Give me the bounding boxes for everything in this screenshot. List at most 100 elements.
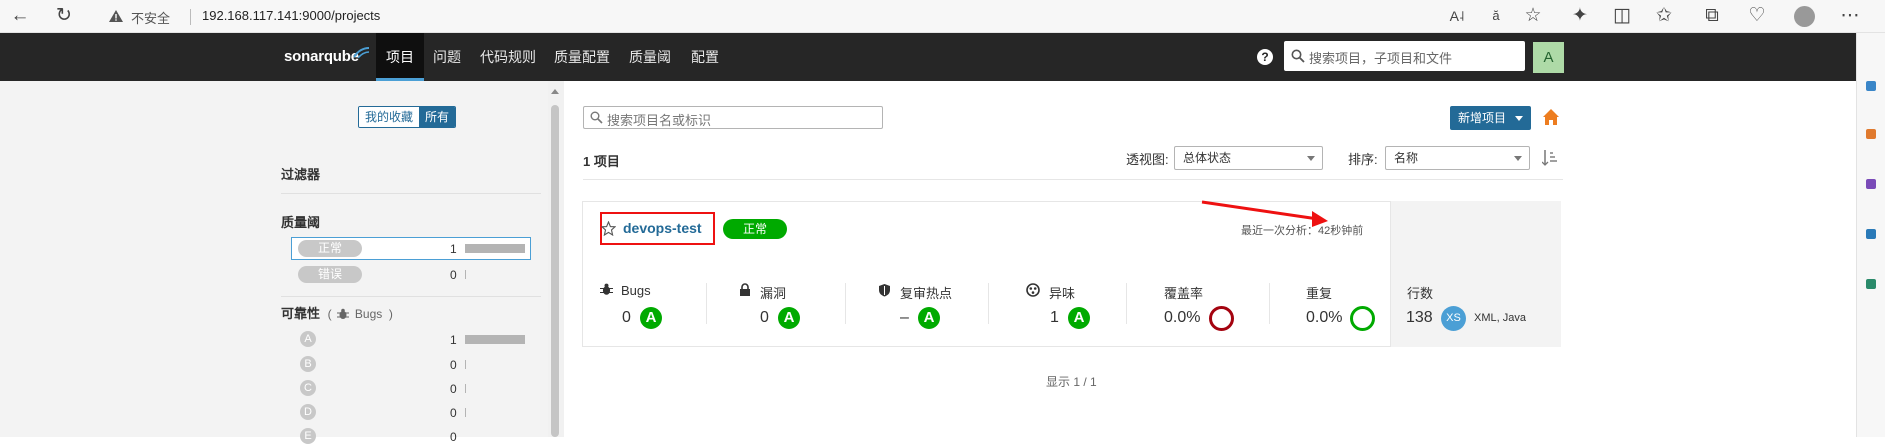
code-smells-label: 异味	[1049, 286, 1076, 301]
translate-icon[interactable]: ă	[1484, 4, 1508, 28]
coverage-label: 覆盖率	[1164, 286, 1204, 301]
sonarqube-logo[interactable]: sonarqube	[284, 48, 359, 65]
reliability-grade-a[interactable]: A	[300, 331, 316, 347]
bugs-label: Bugs	[621, 283, 651, 298]
home-icon[interactable]	[1542, 108, 1560, 126]
reliability-paren-close: )	[388, 307, 393, 321]
favorite-star-icon[interactable]: ☆	[1521, 4, 1545, 28]
scroll-up-arrow[interactable]	[551, 89, 559, 94]
security-label: 不安全	[131, 11, 171, 26]
languages-text: XML, Java	[1474, 312, 1526, 324]
reliability-grade-d[interactable]: D	[300, 404, 316, 420]
divider	[281, 296, 541, 297]
sort-select[interactable]: 名称	[1385, 146, 1530, 170]
new-project-button[interactable]: 新增项目	[1450, 106, 1531, 130]
reliability-paren-open: (	[327, 307, 332, 321]
perspective-select[interactable]: 总体状态	[1174, 146, 1323, 170]
refresh-icon[interactable]: ↻	[52, 4, 76, 28]
browser-sidebar	[1856, 33, 1885, 437]
global-search-input[interactable]: 搜索项目，子项目和文件	[1284, 41, 1525, 71]
reliability-b-count: 0	[450, 358, 457, 372]
chevron-down-icon	[1514, 156, 1522, 161]
nav-administration[interactable]: 配置	[691, 33, 719, 81]
sidebar-app-icon[interactable]	[1866, 179, 1876, 189]
extensions-icon[interactable]: ✦	[1568, 4, 1592, 28]
divider	[583, 179, 1563, 180]
reliability-d-count: 0	[450, 406, 457, 420]
back-icon[interactable]: ←	[8, 4, 32, 28]
reliability-grade-e[interactable]: E	[300, 428, 316, 444]
address-bar[interactable]: 不安全 192.168.117.141:9000/projects	[100, 3, 1640, 30]
app-header: sonarqube 项目 问题 代码规则 质量配置 质量阈 配置 ? 搜索项目，…	[0, 33, 1856, 81]
project-count: 1 项目	[583, 154, 620, 169]
divider	[281, 193, 541, 194]
browser-toolbar: ← ↻ 不安全 192.168.117.141:9000/projects A˨…	[0, 0, 1885, 33]
vulnerabilities-value[interactable]: 0	[760, 309, 769, 327]
gate-failed-bar	[465, 270, 466, 279]
favorites-icon[interactable]: ✩	[1652, 4, 1676, 28]
chevron-down-icon	[1307, 156, 1315, 161]
search-icon	[590, 111, 603, 124]
sidebar-app-icon[interactable]	[1866, 229, 1876, 239]
reliability-facet-title[interactable]: 可靠性 ( Bugs )	[281, 303, 393, 322]
nav-rules[interactable]: 代码规则	[480, 33, 536, 81]
size-badge: XS	[1441, 306, 1466, 331]
gate-passed-count: 1	[450, 242, 457, 256]
nav-projects[interactable]: 项目	[376, 33, 424, 81]
hotspots-value[interactable]: –	[900, 309, 909, 327]
browser-essentials-icon[interactable]: ♡	[1745, 4, 1769, 28]
bugs-value[interactable]: 0	[622, 309, 631, 327]
url-text[interactable]: 192.168.117.141:9000/projects	[202, 8, 380, 23]
reliability-b-bar	[465, 360, 466, 369]
collections-icon[interactable]: ⧉	[1700, 4, 1724, 28]
shield-icon	[879, 284, 890, 297]
code-smells-value[interactable]: 1	[1050, 309, 1059, 327]
scrollbar-thumb[interactable]	[551, 105, 559, 437]
toggle-favorites[interactable]: 我的收藏	[359, 107, 420, 127]
divider	[988, 283, 989, 324]
reliability-e-count: 0	[450, 430, 457, 444]
chevron-down-icon	[1515, 116, 1523, 121]
gate-passed-bar	[465, 244, 525, 253]
lines-value[interactable]: 138	[1406, 309, 1433, 327]
toggle-all[interactable]: 所有	[419, 107, 456, 127]
avatar[interactable]: A	[1533, 42, 1564, 73]
code-smells-rating[interactable]: A	[1068, 307, 1090, 329]
duplications-label: 重复	[1306, 286, 1333, 301]
sort-order-icon[interactable]	[1542, 149, 1558, 167]
lines-label: 行数	[1407, 286, 1434, 301]
vulnerabilities-rating[interactable]: A	[778, 307, 800, 329]
quality-gate-badge: 正常	[723, 219, 787, 239]
gate-failed-count: 0	[450, 268, 457, 282]
profile-icon[interactable]	[1794, 6, 1815, 27]
divider	[706, 283, 707, 324]
gate-passed-pill: 正常	[298, 240, 362, 257]
gate-failed-pill[interactable]: 错误	[298, 266, 362, 283]
coverage-value[interactable]: 0.0%	[1164, 309, 1200, 327]
nav-quality-profiles[interactable]: 质量配置	[554, 33, 610, 81]
nav-issues[interactable]: 问题	[433, 33, 461, 81]
sort-label: 排序:	[1348, 152, 1378, 167]
sidebar-app-icon[interactable]	[1866, 129, 1876, 139]
reliability-grade-c[interactable]: C	[300, 380, 316, 396]
bugs-rating[interactable]: A	[640, 307, 662, 329]
duplications-ring-icon	[1350, 306, 1375, 331]
quality-gate-facet-title[interactable]: 质量阈	[281, 212, 320, 231]
help-icon[interactable]: ?	[1257, 49, 1273, 65]
split-screen-icon[interactable]: ◫	[1610, 4, 1634, 28]
filters-title: 过滤器	[281, 167, 321, 182]
sidebar-app-icon[interactable]	[1866, 81, 1876, 91]
duplications-value[interactable]: 0.0%	[1306, 309, 1342, 327]
nav-quality-gates[interactable]: 质量阈	[629, 33, 671, 81]
project-name-link[interactable]: devops-test	[623, 220, 702, 236]
favorite-star-icon[interactable]	[601, 221, 616, 236]
reliability-subtitle: Bugs	[354, 307, 383, 321]
hotspots-rating[interactable]: A	[918, 307, 940, 329]
read-aloud-icon[interactable]: A˨	[1445, 4, 1469, 28]
divider	[845, 283, 846, 324]
sidebar-app-icon[interactable]	[1866, 279, 1876, 289]
more-menu-icon[interactable]: ⋯	[1838, 4, 1862, 28]
project-search-input[interactable]: 搜索项目名或标识	[583, 106, 883, 129]
perspective-label: 透视图:	[1126, 152, 1169, 167]
reliability-grade-b[interactable]: B	[300, 356, 316, 372]
